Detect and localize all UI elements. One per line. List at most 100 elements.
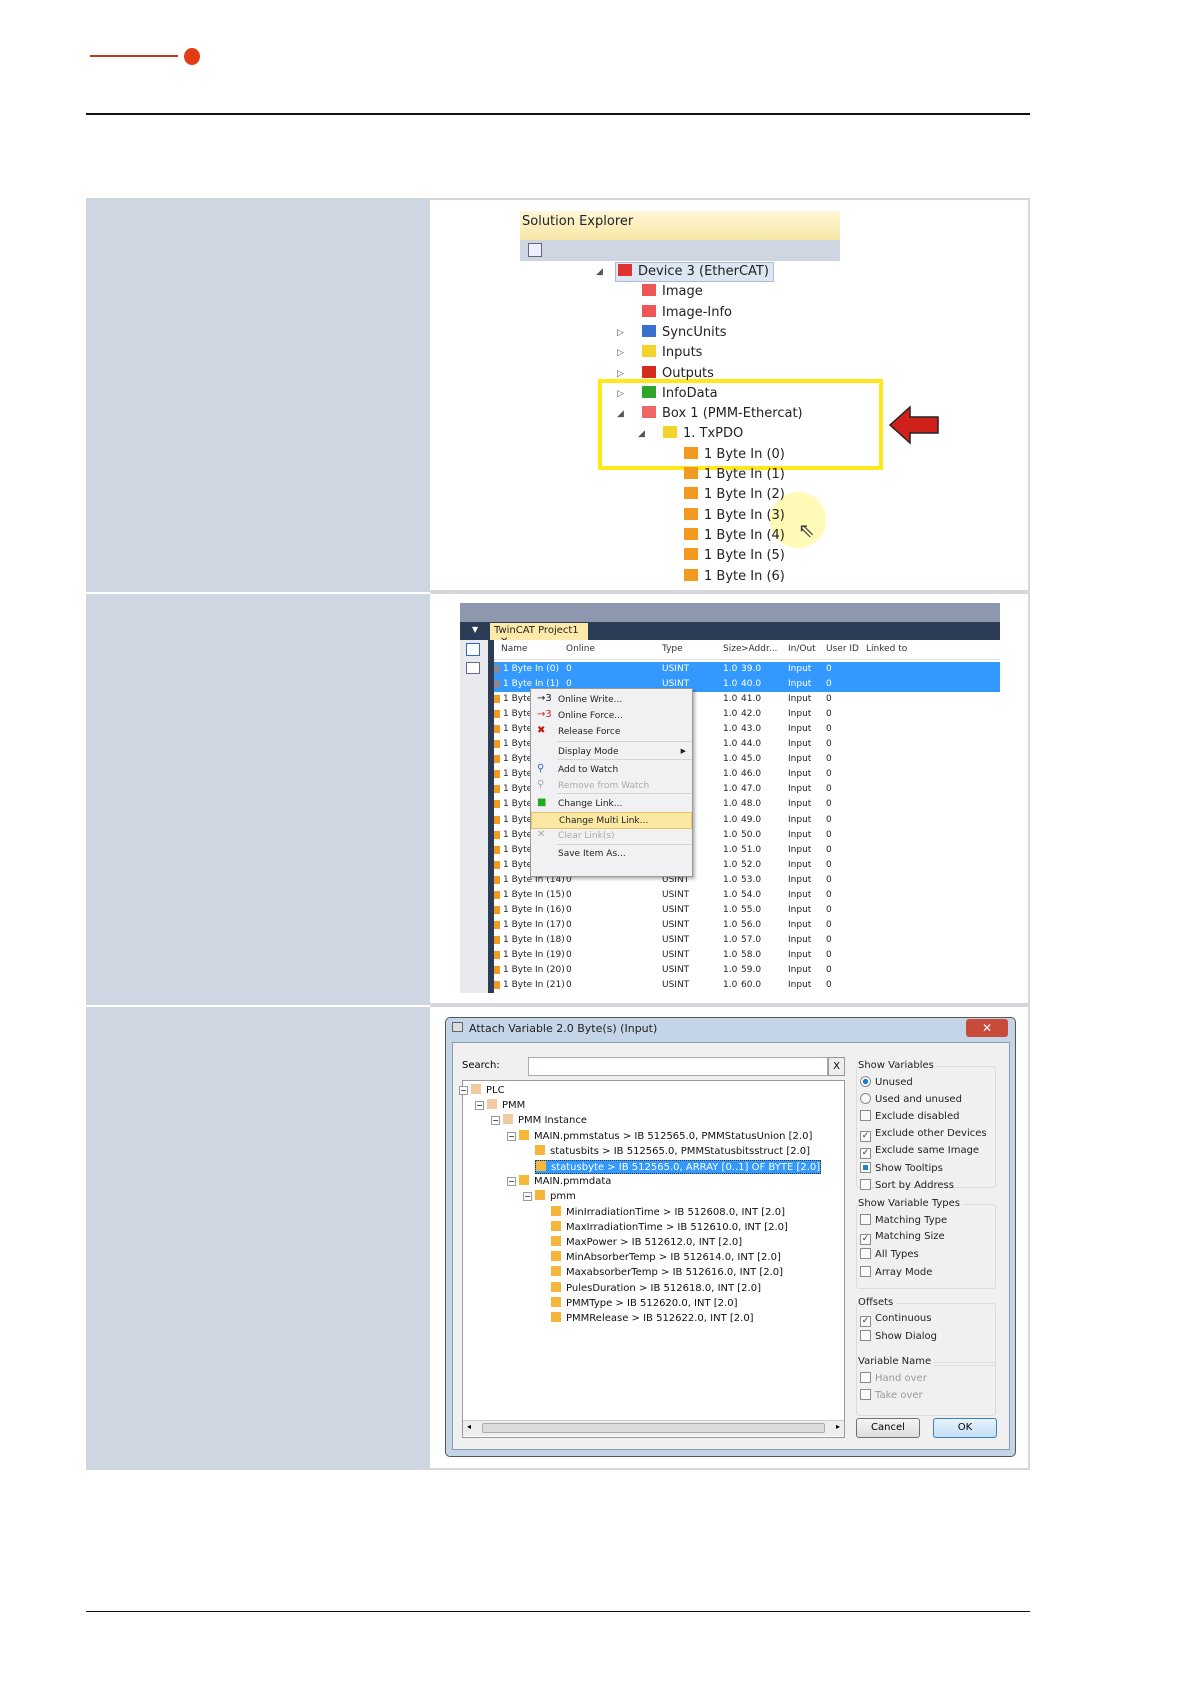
- table-row[interactable]: 1 Byte In (20) 0 USINT 1.0 59.0 Input 0: [494, 963, 1000, 978]
- tab-dropdown-icon[interactable]: ▼: [472, 625, 478, 634]
- tree-node[interactable]: PulesDuration > IB 512618.0, INT [2.0]: [551, 1281, 761, 1296]
- column-header[interactable]: Name: [501, 644, 528, 654]
- column-header[interactable]: >Addr...: [741, 644, 777, 654]
- tree-node[interactable]: PMMRelease > IB 512622.0, INT [2.0]: [551, 1312, 754, 1326]
- ok-button[interactable]: OK: [933, 1418, 997, 1438]
- table-row[interactable]: 1 Byte In (17) 0 USINT 1.0 56.0 Input 0: [494, 918, 1000, 933]
- tree-expander-expanded-icon[interactable]: ◢: [596, 267, 603, 277]
- checkbox-matching-size[interactable]: ✓ Matching Size: [860, 1231, 945, 1246]
- table-row[interactable]: 1 Byte In (16) 0 USINT 1.0 55.0 Input 0: [494, 903, 1000, 918]
- tree-item[interactable]: 1 Byte In (4): [684, 526, 785, 546]
- checkbox-continuous[interactable]: ✓ Continuous: [860, 1313, 931, 1327]
- checkbox-all-types[interactable]: All Types: [860, 1248, 919, 1260]
- tree-collapse-icon[interactable]: −: [491, 1116, 500, 1126]
- tree-item[interactable]: Device 3 (EtherCAT): [615, 262, 774, 282]
- checkbox-exclude-disabled[interactable]: Exclude disabled: [860, 1110, 959, 1122]
- tree-item[interactable]: 1 Byte In (1): [684, 465, 785, 485]
- column-header[interactable]: Size: [723, 644, 741, 654]
- menu-item-change-link[interactable]: ■ Change Link...: [531, 796, 692, 813]
- table-row[interactable]: 1 Byte In (21) 0 USINT 1.0 60.0 Input 0: [494, 978, 1000, 993]
- tree-item[interactable]: 1 Byte In (5): [684, 546, 785, 566]
- dialog-close-button[interactable]: ✕: [966, 1019, 1008, 1037]
- radio-unused[interactable]: Unused: [860, 1076, 913, 1088]
- checkbox-sort-by-address[interactable]: Sort by Address: [860, 1179, 954, 1191]
- checkbox-exclude-same-image[interactable]: ✓ Exclude same Image: [860, 1145, 979, 1159]
- list-view-icon[interactable]: [466, 643, 480, 656]
- column-header[interactable]: In/Out: [788, 644, 816, 654]
- tree-item[interactable]: 1 Byte In (3): [684, 506, 785, 526]
- tree-item[interactable]: Image-Info: [642, 303, 732, 323]
- menu-item-change-multi-link[interactable]: Change Multi Link...: [531, 812, 692, 829]
- cell: 48.0: [741, 799, 762, 810]
- tree-collapse-icon[interactable]: −: [507, 1131, 516, 1141]
- tree-item[interactable]: 1 Byte In (2): [684, 485, 785, 505]
- properties-icon[interactable]: [528, 243, 542, 257]
- tree-collapse-icon[interactable]: −: [459, 1086, 468, 1095]
- menu-item-clear-link-s[interactable]: ✕ Clear Link(s): [531, 828, 692, 845]
- tree-item[interactable]: SyncUnits: [642, 323, 727, 343]
- tree-node[interactable]: statusbits > IB 512565.0, PMMStatusbitss…: [535, 1144, 810, 1159]
- tab-twincat-project[interactable]: TwinCAT Project1 ✕: [490, 623, 588, 647]
- tree-expander-expanded-icon[interactable]: ◢: [638, 429, 645, 439]
- scroll-left-icon[interactable]: ◂: [467, 1422, 471, 1431]
- tree-item[interactable]: InfoData: [642, 384, 718, 404]
- checkbox-show-tooltips[interactable]: Show Tooltips: [860, 1162, 943, 1174]
- table-row[interactable]: 1 Byte In (0) 0 USINT 1.0 39.0 Input 0: [494, 662, 1000, 677]
- column-header[interactable]: Online: [566, 644, 595, 654]
- scrollbar-thumb[interactable]: [482, 1423, 825, 1433]
- tree-node[interactable]: MaxabsorberTemp > IB 512616.0, INT [2.0]: [551, 1266, 783, 1280]
- tree-node[interactable]: PMM Instance: [503, 1114, 587, 1128]
- tree-collapse-icon[interactable]: −: [507, 1177, 516, 1187]
- tree-node[interactable]: MAIN.pmmdata: [519, 1175, 611, 1189]
- tree-node[interactable]: PLC: [471, 1084, 505, 1098]
- tree-collapse-icon[interactable]: −: [523, 1192, 532, 1202]
- clear-search-button[interactable]: X: [828, 1057, 845, 1076]
- tree-expander-collapsed-icon[interactable]: ▷: [617, 328, 624, 338]
- column-header[interactable]: Type: [662, 644, 683, 654]
- tree-node[interactable]: PMM: [487, 1099, 525, 1113]
- tree-item[interactable]: 1 Byte In (0): [684, 445, 785, 465]
- tree-item[interactable]: Outputs: [642, 364, 714, 384]
- tree-expander-expanded-icon[interactable]: ◢: [617, 409, 624, 419]
- menu-item-save-item-as[interactable]: Save Item As...: [531, 846, 692, 863]
- table-row[interactable]: 1 Byte In (15) 0 USINT 1.0 54.0 Input 0: [494, 888, 1000, 903]
- tree-item[interactable]: Inputs: [642, 343, 702, 363]
- tree-node[interactable]: pmm: [535, 1190, 576, 1204]
- tree-expander-collapsed-icon[interactable]: ▷: [617, 389, 624, 399]
- tree-node[interactable]: PMMType > IB 512620.0, INT [2.0]: [551, 1296, 737, 1311]
- column-header[interactable]: Linked to: [866, 644, 907, 654]
- scroll-right-icon[interactable]: ▸: [836, 1422, 840, 1431]
- tree-expander-collapsed-icon[interactable]: ▷: [617, 369, 624, 379]
- menu-item-display-mode[interactable]: Display Mode ▶: [531, 744, 692, 761]
- tree-node[interactable]: MaxPower > IB 512612.0, INT [2.0]: [551, 1236, 742, 1250]
- menu-item-online-write[interactable]: →3 Online Write...: [531, 692, 692, 709]
- tree-collapse-icon[interactable]: −: [475, 1101, 484, 1111]
- menu-item-release-force[interactable]: ✖ Release Force: [531, 724, 692, 741]
- checkbox-matching-type[interactable]: Matching Type: [860, 1214, 947, 1226]
- tree-item[interactable]: Box 1 (PMM-Ethercat): [642, 404, 803, 424]
- menu-item-online-force[interactable]: →3 Online Force...: [531, 708, 692, 725]
- column-header[interactable]: User ID: [826, 644, 859, 654]
- tree-node[interactable]: MaxIrradiationTime > IB 512610.0, INT [2…: [551, 1220, 788, 1235]
- tree-item[interactable]: Image: [642, 282, 703, 302]
- tree-node[interactable]: statusbyte > IB 512565.0, ARRAY [0..1] O…: [535, 1160, 822, 1174]
- checkbox-take-over[interactable]: Take over: [860, 1389, 923, 1401]
- table-row[interactable]: 1 Byte In (19) 0 USINT 1.0 58.0 Input 0: [494, 948, 1000, 963]
- table-row[interactable]: 1 Byte In (18) 0 USINT 1.0 57.0 Input 0: [494, 933, 1000, 948]
- tree-item[interactable]: 1. TxPDO: [663, 424, 743, 444]
- checkbox-array-mode[interactable]: Array Mode: [860, 1265, 932, 1278]
- radio-used-and-unused[interactable]: Used and unused: [860, 1093, 962, 1105]
- checkbox-exclude-other-devices[interactable]: ✓ Exclude other Devices: [860, 1128, 987, 1142]
- menu-item-remove-from-watch[interactable]: ⚲ Remove from Watch: [531, 778, 692, 795]
- cancel-button[interactable]: Cancel: [856, 1418, 920, 1438]
- table-view-icon[interactable]: [466, 662, 480, 674]
- checkbox-show-dialog[interactable]: Show Dialog: [860, 1330, 937, 1342]
- tree-node[interactable]: MinAbsorberTemp > IB 512614.0, INT [2.0]: [551, 1251, 781, 1265]
- tree-expander-collapsed-icon[interactable]: ▷: [617, 348, 624, 358]
- menu-item-add-to-watch[interactable]: ⚲ Add to Watch: [531, 762, 692, 779]
- tree-node[interactable]: MAIN.pmmstatus > IB 512565.0, PMMStatusU…: [519, 1129, 812, 1144]
- tree-item[interactable]: 1 Byte In (6): [684, 567, 785, 587]
- tree-node[interactable]: MinIrradiationTime > IB 512608.0, INT [2…: [551, 1205, 785, 1220]
- search-input[interactable]: [528, 1057, 828, 1076]
- checkbox-hand-over[interactable]: Hand over: [860, 1372, 927, 1384]
